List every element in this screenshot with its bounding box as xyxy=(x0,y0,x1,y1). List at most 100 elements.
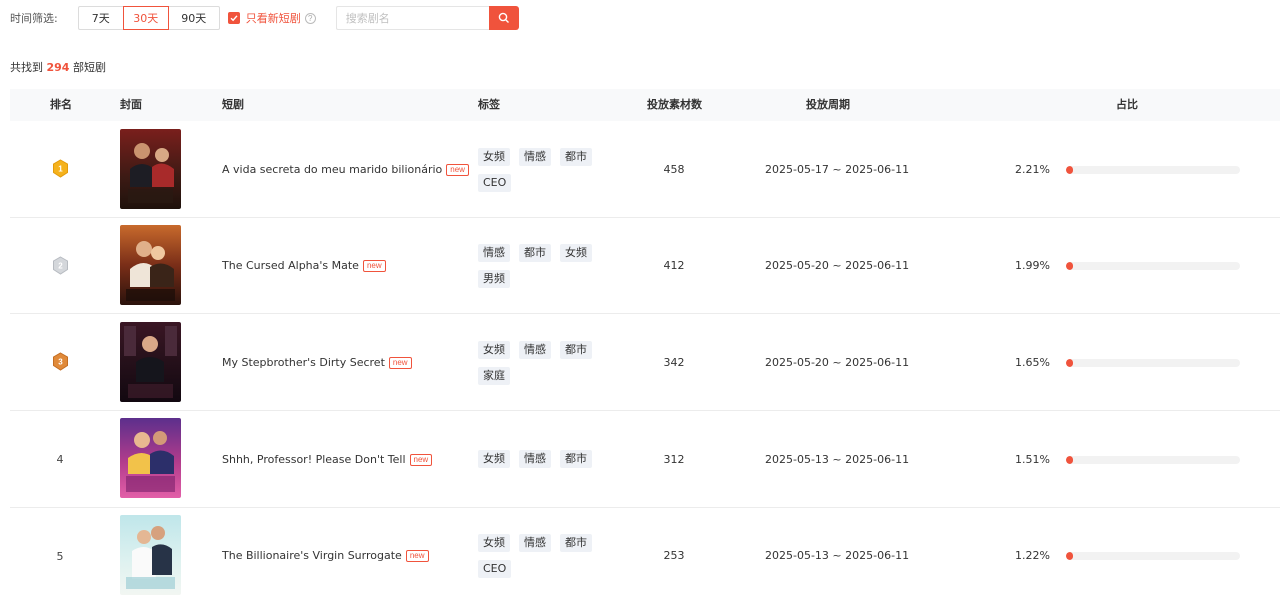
tag: 女频 xyxy=(478,534,510,552)
range-7d-button[interactable]: 7天 xyxy=(77,6,124,30)
range-30d-button[interactable]: 30天 xyxy=(122,6,169,30)
tag-list: 女频 情感 都市 xyxy=(478,450,608,476)
share-percent: 1.99% xyxy=(1015,259,1050,272)
cover-image[interactable] xyxy=(120,322,181,402)
header-cover: 封面 xyxy=(120,98,142,111)
new-badge: new xyxy=(409,453,433,466)
share-bar-fill xyxy=(1066,456,1073,464)
rank-number: 4 xyxy=(56,453,64,466)
tag: 都市 xyxy=(519,244,551,262)
table-row: 5 The Billionaire's Virgin Surrogate new… xyxy=(10,508,1280,600)
tag: 情感 xyxy=(519,341,551,359)
rank-bronze-medal-icon: 3 xyxy=(52,352,69,371)
time-range-selector: 7天 30天 90天 xyxy=(77,6,220,30)
tag: 情感 xyxy=(519,534,551,552)
share-bar xyxy=(1066,456,1240,464)
result-count-number: 294 xyxy=(46,61,70,74)
share-bar-fill xyxy=(1066,552,1073,560)
new-badge: new xyxy=(388,356,412,369)
search-box xyxy=(335,6,519,30)
only-new-label[interactable]: 只看新短剧 xyxy=(246,10,301,26)
share-bar xyxy=(1066,359,1240,367)
time-filter-label: 时间筛选: xyxy=(10,12,58,25)
result-count: 共找到 294 部短剧 xyxy=(10,59,106,75)
header-materials[interactable]: 投放素材数 xyxy=(647,89,702,121)
tag: 情感 xyxy=(519,450,551,468)
result-count-prefix: 共找到 xyxy=(10,61,43,74)
cover-image[interactable] xyxy=(120,225,181,305)
svg-text:2: 2 xyxy=(58,262,63,271)
table-row: 4 Shhh, Professor! Please Don't Tell new… xyxy=(10,411,1280,508)
drama-title[interactable]: The Cursed Alpha's Mate xyxy=(222,259,359,272)
drama-title-link[interactable]: Shhh, Professor! Please Don't Tell new xyxy=(222,453,433,466)
tag-list: 女频 情感 都市 CEO xyxy=(478,534,608,586)
tag: 情感 xyxy=(478,244,510,262)
range-90d-button[interactable]: 90天 xyxy=(167,6,220,30)
share-percent: 1.65% xyxy=(1015,356,1050,369)
share-bar xyxy=(1066,166,1240,174)
tag-list: 女频 情感 都市 CEO xyxy=(478,148,608,200)
filter-bar: 时间筛选: 7天 30天 90天 只看新短剧 ? xyxy=(10,6,519,30)
material-count: 312 xyxy=(663,453,685,466)
tag: 女频 xyxy=(478,148,510,166)
table-row: 3 My Stepbrother's Dirty Secret new 女频 情… xyxy=(10,314,1280,411)
tag: CEO xyxy=(478,174,512,192)
drama-title-link[interactable]: My Stepbrother's Dirty Secret new xyxy=(222,356,412,369)
share-bar xyxy=(1066,552,1240,560)
search-input[interactable] xyxy=(335,6,489,30)
drama-title[interactable]: Shhh, Professor! Please Don't Tell xyxy=(222,453,406,466)
tag: 都市 xyxy=(560,534,592,552)
share-bar-fill xyxy=(1066,359,1073,367)
drama-title[interactable]: The Billionaire's Virgin Surrogate xyxy=(222,549,402,562)
table-row: 1 A vida secreta do meu marido bilionári… xyxy=(10,121,1280,218)
tag: 家庭 xyxy=(478,367,510,385)
release-period: 2025-05-20 ~ 2025-06-11 xyxy=(765,259,910,272)
share-percent: 2.21% xyxy=(1015,163,1050,176)
cover-image[interactable] xyxy=(120,129,181,209)
tag-list: 情感 都市 女频 男频 xyxy=(478,244,608,296)
rank-gold-medal-icon: 1 xyxy=(52,159,69,178)
header-share: 占比 xyxy=(1116,98,1138,111)
checkbox-checked-icon[interactable] xyxy=(227,12,240,24)
drama-title[interactable]: My Stepbrother's Dirty Secret xyxy=(222,356,385,369)
tag: 女频 xyxy=(478,341,510,359)
drama-title-link[interactable]: A vida secreta do meu marido bilionário … xyxy=(222,163,469,176)
share-bar-fill xyxy=(1066,166,1073,174)
only-new-checkbox[interactable]: 只看新短剧 ? xyxy=(227,10,316,26)
share-bar-fill xyxy=(1066,262,1073,270)
svg-text:3: 3 xyxy=(58,358,63,367)
drama-title-link[interactable]: The Cursed Alpha's Mate new xyxy=(222,259,386,272)
new-badge: new xyxy=(446,163,469,176)
release-period: 2025-05-17 ~ 2025-06-11 xyxy=(765,163,910,176)
release-period: 2025-05-20 ~ 2025-06-11 xyxy=(765,356,910,369)
tag: 都市 xyxy=(560,450,592,468)
tag: 都市 xyxy=(560,341,592,359)
tag: 女频 xyxy=(560,244,592,262)
cover-image[interactable] xyxy=(120,418,181,498)
table-header: 排名 封面 短剧 标签 投放素材数 投放周期 占比 xyxy=(10,89,1280,121)
rank-silver-medal-icon: 2 xyxy=(52,256,69,275)
tag: 女频 xyxy=(478,450,510,468)
drama-title[interactable]: A vida secreta do meu marido bilionário xyxy=(222,163,442,176)
result-count-suffix: 部短剧 xyxy=(72,61,106,74)
table-row: 2 The Cursed Alpha's Mate new 情感 都市 女频 男… xyxy=(10,218,1280,314)
help-icon[interactable]: ? xyxy=(304,12,316,24)
new-badge: new xyxy=(362,259,386,272)
header-period: 投放周期 xyxy=(806,98,850,111)
search-button[interactable] xyxy=(488,6,519,30)
material-count: 412 xyxy=(663,259,685,272)
tag: CEO xyxy=(478,560,512,578)
material-count: 458 xyxy=(663,163,685,176)
drama-title-link[interactable]: The Billionaire's Virgin Surrogate new xyxy=(222,549,429,562)
share-bar xyxy=(1066,262,1240,270)
tag: 情感 xyxy=(519,148,551,166)
rank-number: 5 xyxy=(56,550,64,563)
search-icon xyxy=(498,12,509,23)
material-count: 342 xyxy=(663,356,685,369)
material-count: 253 xyxy=(663,549,685,562)
cover-image[interactable] xyxy=(120,515,181,595)
header-rank: 排名 xyxy=(50,98,72,111)
share-percent: 1.51% xyxy=(1015,453,1050,466)
release-period: 2025-05-13 ~ 2025-06-11 xyxy=(765,453,910,466)
new-badge: new xyxy=(405,549,429,562)
